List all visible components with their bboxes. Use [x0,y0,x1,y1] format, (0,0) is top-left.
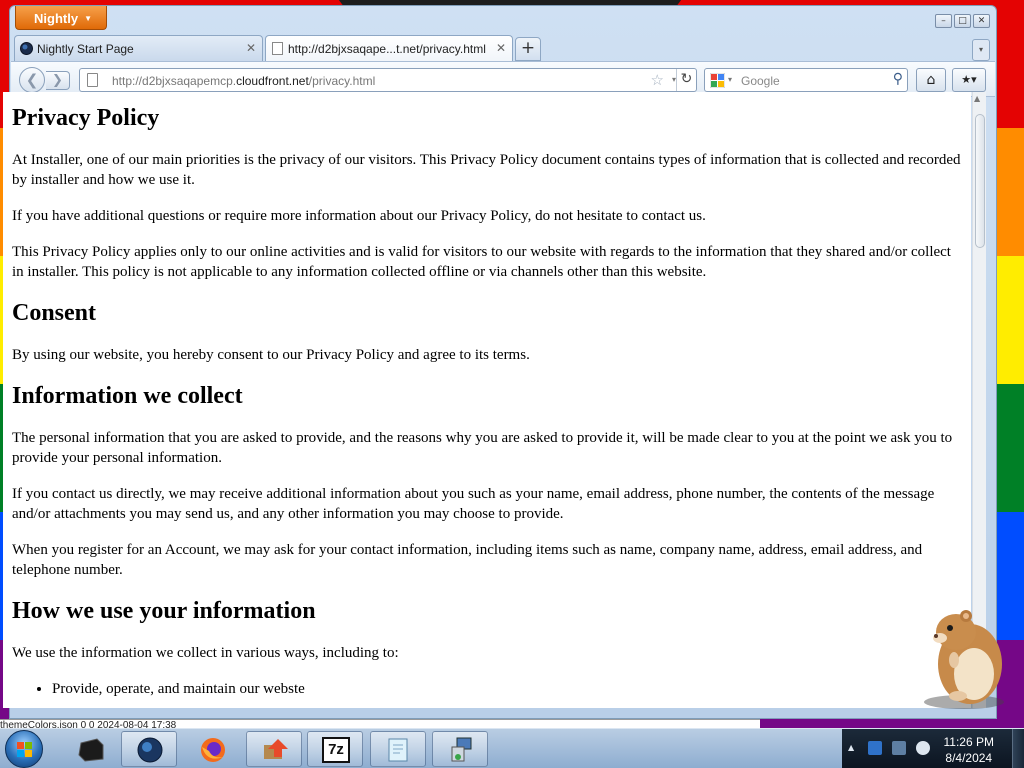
windows-logo-icon [17,742,32,757]
network-status-icon[interactable] [868,741,882,755]
usage-list: Provide, operate, and maintain our webst… [52,679,961,699]
nightly-globe-icon [137,737,163,763]
start-button[interactable] [5,730,43,768]
app-menu-button[interactable]: Nightly ▼ [15,6,107,30]
back-button[interactable]: ❮ [19,67,45,93]
bookmarks-menu-button[interactable]: ★▾ [952,68,986,92]
action-center-icon[interactable] [892,741,906,755]
back-forward-group: ❯ ❮ [19,67,73,93]
app-menu-label: Nightly [34,11,79,26]
close-window-button[interactable]: ✕ [973,14,990,28]
reload-button[interactable]: ↻ [676,69,696,91]
clock-date: 8/4/2024 [945,751,993,765]
taskbar-firefox[interactable] [184,731,240,767]
taskbar-setup[interactable] [432,731,488,767]
tab-nightly-start-page[interactable]: Nightly Start Page ✕ [14,35,263,61]
page-title: Privacy Policy [12,105,160,131]
search-input[interactable]: Google [741,74,780,88]
taskbar: 7z ▲ 11:26 PM 8/4/2024 [0,728,1024,768]
url-prefix: http://d2bjxsaqapemcp. [112,74,237,88]
list-item: Provide, operate, and maintain our webst… [52,679,961,699]
url-host: cloudfront.net [236,74,309,88]
home-button[interactable]: ⌂ [916,68,946,92]
show-hidden-icons-button[interactable]: ▲ [848,743,854,752]
scroll-up-arrow-icon[interactable]: ▲ [974,94,980,103]
page-icon [87,73,98,87]
search-bar[interactable]: ▾ Google ⚲ [704,68,908,92]
system-tray: ▲ 11:26 PM 8/4/2024 [842,729,1024,768]
hamster-mascot-icon [924,610,1004,709]
blank-page-icon [272,42,283,55]
paragraph: If you contact us directly, we may recei… [12,486,935,522]
show-desktop-button[interactable] [1012,729,1024,768]
taskbar-notepad[interactable] [370,731,426,767]
tab-label: http://d2bjxsaqape...t.net/privacy.html [288,42,486,56]
chevron-down-icon: ▼ [84,14,92,23]
tab-strip: Nightly Start Page ✕ http://d2bjxsaqape.… [14,35,541,61]
google-icon [710,73,725,88]
bookmark-star-icon[interactable]: ☆ [651,71,664,89]
url-bar[interactable]: http://d2bjxsaqapemcp.cloudfront.net/pri… [79,68,697,92]
close-tab-icon[interactable]: ✕ [496,41,506,55]
search-icon[interactable]: ⚲ [893,71,903,87]
forward-button[interactable]: ❯ [46,71,70,90]
scrollbar-thumb[interactable] [975,114,985,248]
tab-label: Nightly Start Page [37,42,134,56]
section-heading-consent: Consent [12,300,97,326]
paragraph: At Installer, one of our main priorities… [12,152,961,188]
setup-computer-icon [451,737,472,762]
section-heading-how-we-use: How we use your information [12,598,316,624]
terminal-icon [78,738,104,762]
tab-privacy-page[interactable]: http://d2bjxsaqape...t.net/privacy.html … [265,35,513,61]
url-text[interactable]: http://d2bjxsaqapemcp.cloudfront.net/pri… [112,74,375,88]
installer-icon [264,739,288,759]
section-heading-information-we-collect: Information we collect [12,383,243,409]
notepad-icon [388,738,408,762]
taskbar-nightly[interactable] [121,731,177,767]
volume-icon[interactable] [916,741,930,755]
minimize-button[interactable]: – [935,14,952,28]
paragraph: This Privacy Policy applies only to our … [12,244,951,280]
clock[interactable]: 11:26 PM 8/4/2024 [944,734,994,766]
page-content: Privacy Policy At Installer, one of our … [3,92,971,708]
paragraph: If you have additional questions or requ… [12,208,706,224]
window-controls: – □ ✕ [935,14,990,28]
nightly-globe-icon [20,42,33,55]
search-engine-dropdown-icon[interactable]: ▾ [728,75,732,84]
paragraph: We use the information we collect in var… [12,645,399,661]
taskbar-terminal[interactable] [62,731,118,767]
maximize-button[interactable]: □ [954,14,971,28]
clock-time: 11:26 PM [943,735,994,749]
firefox-icon [201,738,225,762]
url-path: /privacy.html [308,74,376,88]
taskbar-installer[interactable] [246,731,302,767]
7zip-icon: 7z [322,737,350,763]
paragraph: The personal information that you are as… [12,430,953,466]
close-tab-icon[interactable]: ✕ [246,41,256,55]
paragraph: When you register for an Account, we may… [12,542,923,578]
taskbar-7zip[interactable]: 7z [307,731,363,767]
new-tab-button[interactable]: + [515,37,541,61]
list-all-tabs-button[interactable]: ▾ [972,39,990,61]
paragraph: By using our website, you hereby consent… [12,347,530,363]
